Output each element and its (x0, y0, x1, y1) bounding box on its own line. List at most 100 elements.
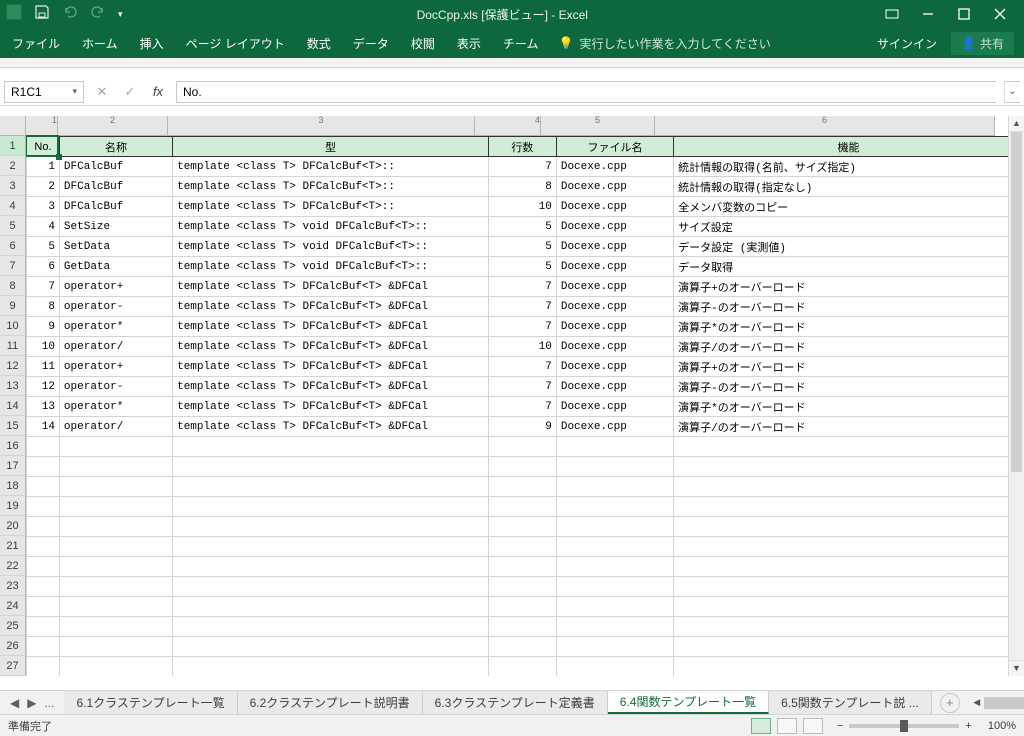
tab-file[interactable]: ファイル (10, 31, 62, 56)
cell[interactable]: 7 (488, 277, 556, 297)
tab-team[interactable]: チーム (501, 31, 541, 56)
cell[interactable]: template <class T> DFCalcBuf<T> &DFCal (173, 397, 489, 417)
cell[interactable]: Docexe.cpp (556, 197, 673, 217)
enter-icon[interactable]: ✓ (120, 84, 140, 100)
cell[interactable] (173, 537, 489, 557)
cell[interactable]: template <class T> DFCalcBuf<T>:: (173, 157, 489, 177)
cell[interactable] (556, 577, 673, 597)
cell[interactable] (59, 517, 172, 537)
fx-icon[interactable]: fx (148, 84, 168, 99)
horizontal-scrollbar[interactable]: ◀ ▶ (970, 697, 1024, 709)
row-header[interactable]: 23 (0, 576, 26, 596)
tab-data[interactable]: データ (351, 31, 391, 56)
row-header[interactable]: 24 (0, 596, 26, 616)
view-normal-icon[interactable] (751, 718, 771, 734)
cell[interactable] (556, 477, 673, 497)
cell[interactable]: 7 (488, 157, 556, 177)
sheet-nav-next-icon[interactable]: ▶ (27, 696, 36, 710)
undo-icon[interactable] (62, 4, 78, 25)
cell[interactable]: GetData (59, 257, 172, 277)
col-header[interactable]: 5 (541, 116, 655, 136)
hscroll-thumb[interactable] (984, 697, 1024, 709)
cell[interactable] (173, 597, 489, 617)
table-row[interactable]: 1DFCalcBuftemplate <class T> DFCalcBuf<T… (27, 157, 1024, 177)
select-all-corner[interactable] (0, 116, 26, 136)
cell[interactable]: サイズ設定 (674, 217, 1024, 237)
zoom-out-icon[interactable]: − (837, 720, 843, 732)
cell[interactable] (556, 617, 673, 637)
cell[interactable] (59, 657, 172, 677)
table-row[interactable] (27, 577, 1024, 597)
cell[interactable]: 8 (27, 297, 60, 317)
cell[interactable] (674, 597, 1024, 617)
cell[interactable] (27, 437, 60, 457)
grid-area[interactable]: 123456 No.名称型行数ファイル名機能1DFCalcBuftemplate… (26, 116, 1024, 676)
cell[interactable] (27, 497, 60, 517)
view-pagelayout-icon[interactable] (777, 718, 797, 734)
cell[interactable] (674, 637, 1024, 657)
cell[interactable]: SetSize (59, 217, 172, 237)
sheet-tab[interactable]: 6.1クラステンプレート一覧 (64, 691, 237, 714)
cell[interactable]: 演算子-のオーバーロード (674, 297, 1024, 317)
cell[interactable]: 14 (27, 417, 60, 437)
cell[interactable]: 7 (488, 397, 556, 417)
table-row[interactable] (27, 617, 1024, 637)
close-icon[interactable] (990, 4, 1010, 24)
row-header[interactable]: 20 (0, 516, 26, 536)
redo-icon[interactable] (90, 4, 106, 25)
cell[interactable]: 6 (27, 257, 60, 277)
tab-home[interactable]: ホーム (80, 31, 120, 56)
cell[interactable] (27, 557, 60, 577)
cell[interactable]: template <class T> DFCalcBuf<T> &DFCal (173, 317, 489, 337)
cell[interactable]: operator- (59, 377, 172, 397)
cell[interactable]: Docexe.cpp (556, 377, 673, 397)
save-icon[interactable] (34, 4, 50, 25)
cell[interactable] (59, 437, 172, 457)
cell[interactable] (59, 537, 172, 557)
row-header[interactable]: 21 (0, 536, 26, 556)
cell[interactable] (27, 617, 60, 637)
cell[interactable]: 10 (488, 337, 556, 357)
row-header[interactable]: 6 (0, 236, 26, 256)
cell[interactable]: 演算子*のオーバーロード (674, 317, 1024, 337)
table-row[interactable]: 8operator-template <class T> DFCalcBuf<T… (27, 297, 1024, 317)
col-header[interactable]: 2 (58, 116, 168, 136)
cell[interactable]: Docexe.cpp (556, 397, 673, 417)
cell[interactable]: operator+ (59, 277, 172, 297)
cell[interactable] (674, 517, 1024, 537)
cell[interactable] (674, 457, 1024, 477)
cell[interactable]: Docexe.cpp (556, 237, 673, 257)
row-header[interactable]: 3 (0, 176, 26, 196)
cell[interactable]: 7 (488, 317, 556, 337)
cell[interactable] (674, 477, 1024, 497)
cell[interactable]: DFCalcBuf (59, 177, 172, 197)
cell[interactable]: template <class T> DFCalcBuf<T> &DFCal (173, 377, 489, 397)
zoom-slider-handle[interactable] (900, 720, 908, 732)
row-header[interactable]: 13 (0, 376, 26, 396)
cell[interactable]: operator/ (59, 337, 172, 357)
cell[interactable]: DFCalcBuf (59, 197, 172, 217)
cell[interactable]: データ取得 (674, 257, 1024, 277)
cell[interactable] (488, 637, 556, 657)
cell[interactable]: 統計情報の取得(名前、サイズ指定) (674, 157, 1024, 177)
cell[interactable]: Docexe.cpp (556, 277, 673, 297)
row-header[interactable]: 19 (0, 496, 26, 516)
cell[interactable]: 7 (488, 297, 556, 317)
sheet-nav-prev-icon[interactable]: ◀ (10, 696, 19, 710)
row-header[interactable]: 27 (0, 656, 26, 676)
header-cell[interactable]: 型 (173, 137, 489, 157)
cell[interactable]: 10 (488, 197, 556, 217)
cell[interactable] (27, 657, 60, 677)
cell[interactable] (488, 517, 556, 537)
cell[interactable]: 演算子-のオーバーロード (674, 377, 1024, 397)
cell[interactable] (556, 597, 673, 617)
cell[interactable]: Docexe.cpp (556, 217, 673, 237)
sheet-tab[interactable]: 6.5関数テンプレート説 ... (769, 691, 932, 714)
table-row[interactable] (27, 437, 1024, 457)
cell[interactable]: SetData (59, 237, 172, 257)
table-row[interactable]: 2DFCalcBuftemplate <class T> DFCalcBuf<T… (27, 177, 1024, 197)
table-row[interactable] (27, 557, 1024, 577)
row-header[interactable]: 11 (0, 336, 26, 356)
cell[interactable] (59, 597, 172, 617)
cell[interactable] (674, 577, 1024, 597)
